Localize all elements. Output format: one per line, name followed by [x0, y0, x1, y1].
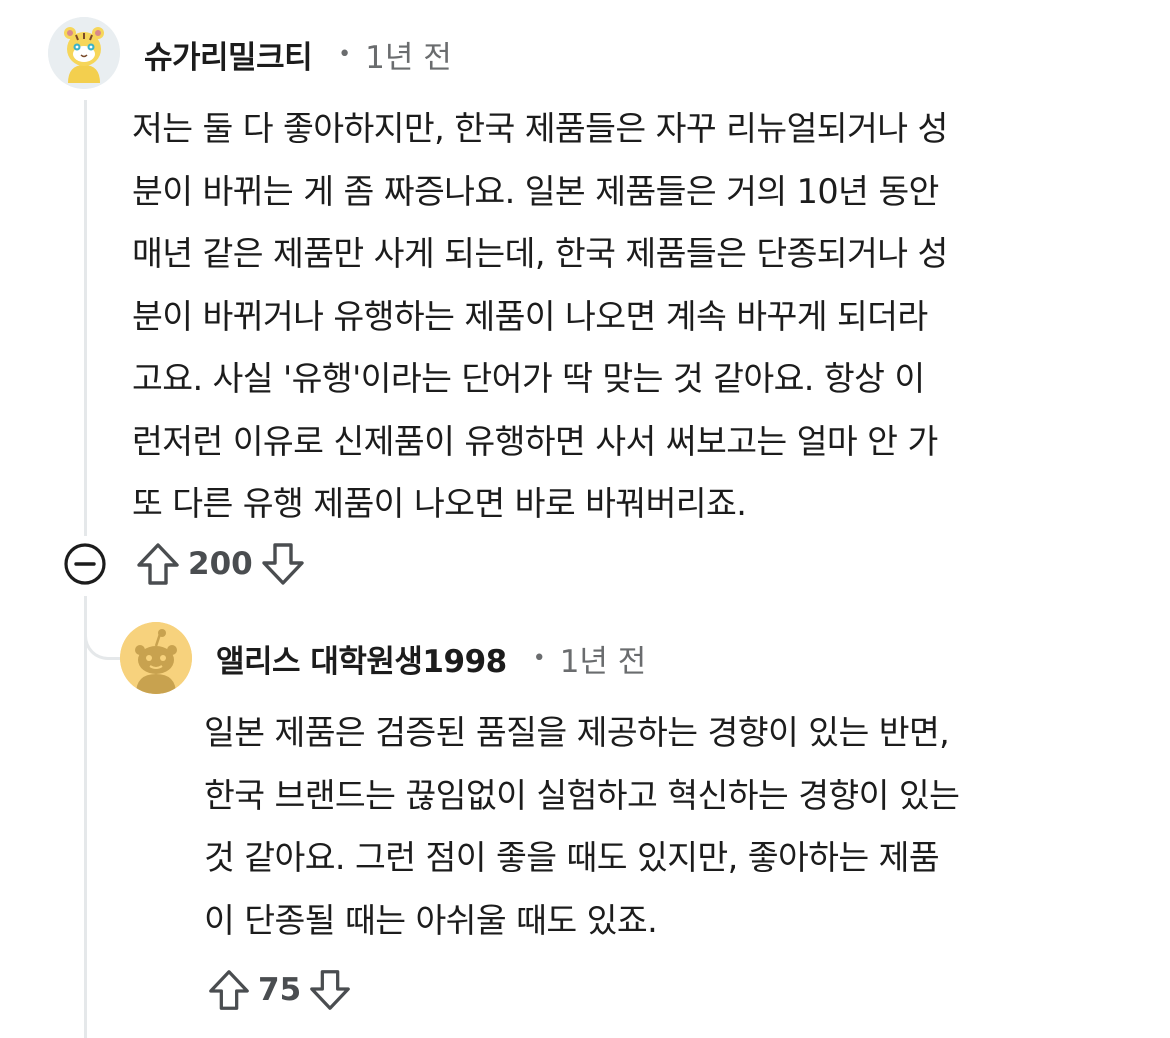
comment-body-line: 런저런 이유로 신제품이 유행하면 사서 써보고는 얼마 안 가 — [132, 421, 938, 461]
avatar[interactable] — [120, 622, 192, 694]
thread-line-lower[interactable] — [84, 596, 87, 1038]
tiger-avatar-icon — [48, 17, 120, 89]
comment-body: 저는 둘 다 좋아하지만, 한국 제품들은 자꾸 리뉴얼되거나 성 분이 바뀌는… — [132, 98, 1122, 536]
upvote-arrow-icon — [209, 970, 249, 1010]
reply-body-line: 것 같아요. 그런 점이 좋을 때도 있지만, 좋아하는 제품 — [204, 838, 940, 877]
timestamp[interactable]: 1년 전 — [365, 32, 452, 77]
reply-body-line: 일본 제품은 검증된 품질을 제공하는 경향이 있는 반면, — [204, 713, 950, 752]
collapse-minus-icon — [64, 543, 106, 585]
timestamp[interactable]: 1년 전 — [560, 636, 647, 681]
downvote-button[interactable] — [307, 967, 353, 1013]
comment-body-line: 분이 바뀌는 게 좀 짜증나요. 일본 제품들은 거의 10년 동안 — [132, 171, 939, 211]
vote-count: 200 — [188, 546, 253, 582]
comment-body-line: 또 다른 유행 제품이 나오면 바로 바꿔버리죠. — [132, 484, 747, 523]
reply-body-line: 이 단종될 때는 아쉬울 때도 있죠. — [204, 900, 658, 940]
upvote-arrow-icon — [137, 543, 179, 585]
reply-header: 앨리스 대학원생1998 • 1년 전 — [216, 634, 646, 682]
downvote-arrow-icon — [262, 543, 304, 585]
separator-dot: • — [532, 645, 546, 671]
upvote-button[interactable] — [206, 967, 252, 1013]
upvote-button[interactable] — [134, 540, 182, 588]
thread-line[interactable] — [84, 100, 87, 536]
comment-body-line: 고요. 사실 '유행'이라는 단어가 딱 맞는 것 같아요. 항상 이 — [132, 359, 925, 398]
separator-dot: • — [338, 41, 352, 67]
username[interactable]: 앨리스 대학원생1998 — [216, 636, 507, 681]
reply-thread-connector — [84, 610, 120, 660]
avatar[interactable] — [48, 17, 120, 89]
collapse-button[interactable] — [62, 541, 108, 587]
comment-actions: 200 — [62, 538, 307, 590]
comment-header: 슈가리밀크티 • 1년 전 — [144, 30, 452, 78]
snoo-avatar-icon — [120, 622, 192, 694]
downvote-button[interactable] — [259, 540, 307, 588]
reply-body: 일본 제품은 검증된 품질을 제공하는 경향이 있는 반면, 한국 브랜드는 끊… — [204, 702, 1124, 952]
reply-body-line: 한국 브랜드는 끊임없이 실험하고 혁신하는 경향이 있는 — [204, 775, 960, 815]
username[interactable]: 슈가리밀크티 — [144, 32, 313, 77]
comment-body-line: 저는 둘 다 좋아하지만, 한국 제품들은 자꾸 리뉴얼되거나 성 — [132, 109, 948, 148]
comment-body-line: 분이 바뀌거나 유행하는 제품이 나오면 계속 바꾸게 되더라 — [132, 296, 928, 336]
vote-count: 75 — [258, 972, 302, 1008]
reply-actions: 75 — [206, 964, 353, 1016]
downvote-arrow-icon — [310, 970, 350, 1010]
comment-body-line: 매년 같은 제품만 사게 되는데, 한국 제품들은 단종되거나 성 — [132, 234, 948, 273]
